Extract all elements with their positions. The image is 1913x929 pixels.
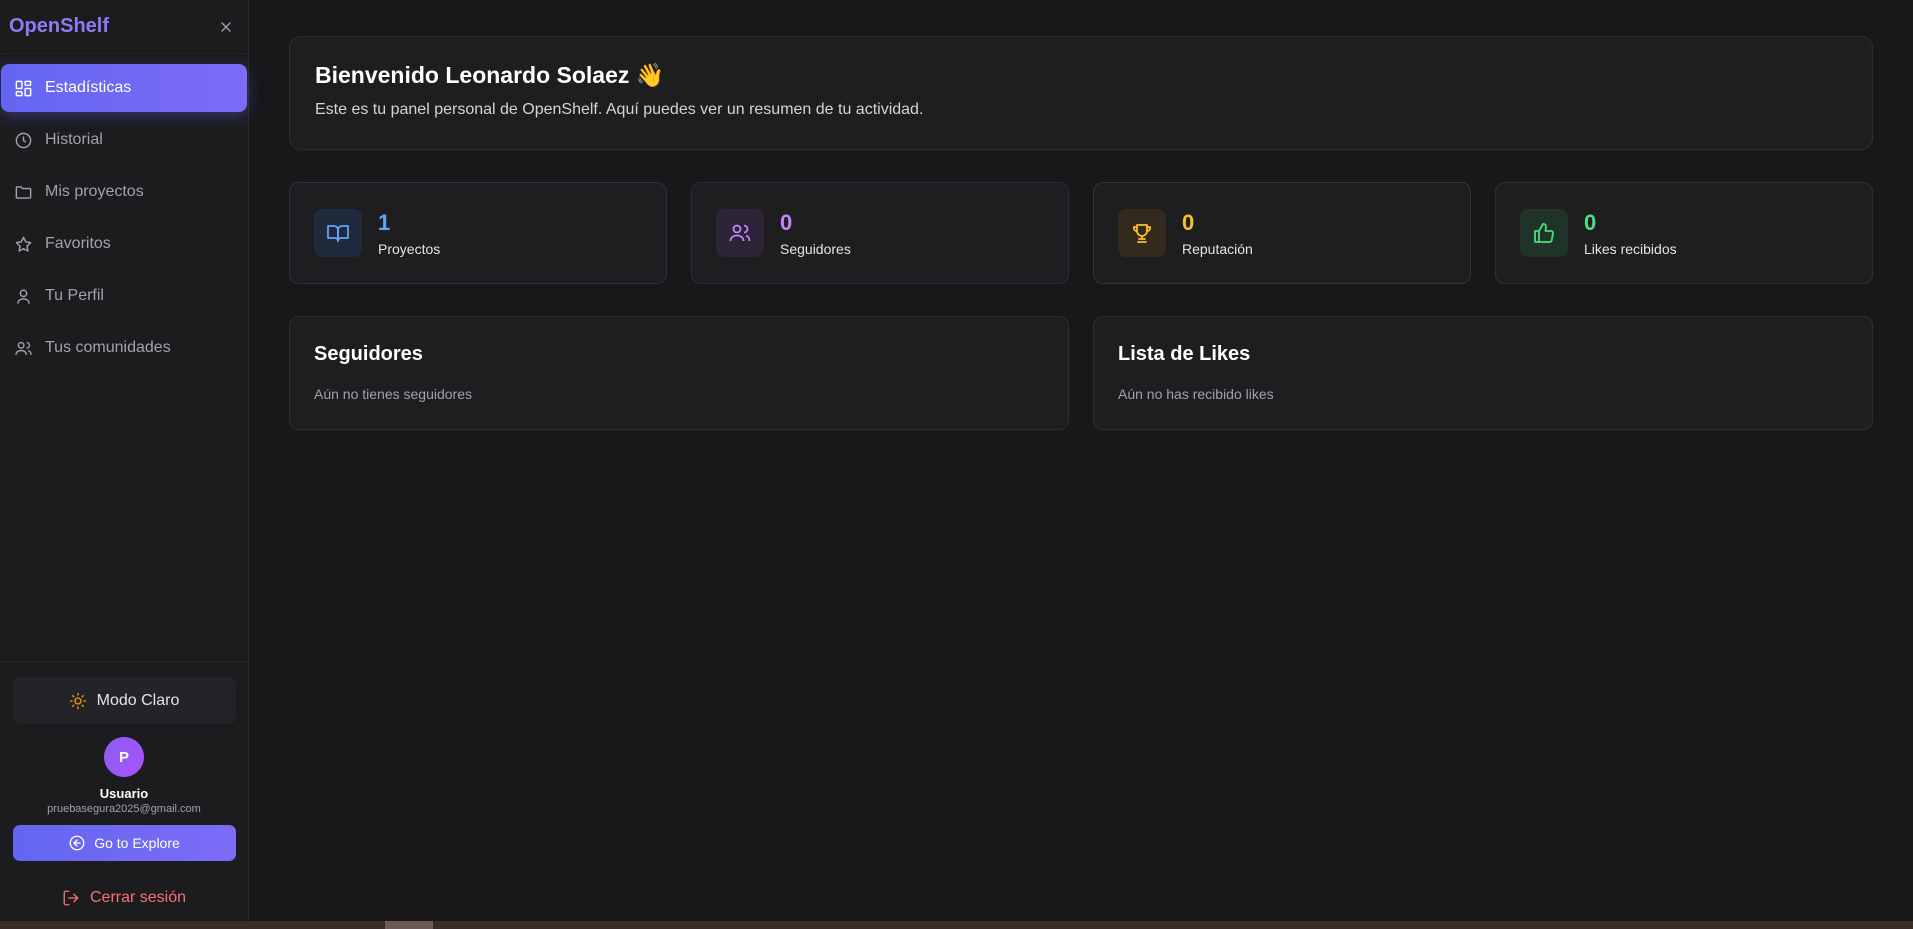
sidebar-item-label: Favoritos (45, 235, 111, 252)
stat-value: 0 (780, 209, 793, 235)
folder-icon (15, 185, 32, 199)
stats-row: 1 Proyectos 0 Seguidores 0 Reputación 0 … (289, 182, 1873, 284)
star-icon (15, 236, 32, 252)
followers-card: Seguidores Aún no tienes seguidores (289, 316, 1069, 430)
users-icon (729, 224, 751, 242)
stat-label: Likes recibidos (1584, 240, 1677, 257)
logout-icon (63, 890, 79, 906)
stat-text: 0 Likes recibidos (1584, 210, 1677, 257)
stat-text: 0 Seguidores (780, 210, 851, 257)
welcome-card: Bienvenido Leonardo Solaez 👋 Este es tu … (289, 36, 1873, 150)
stat-icon-wrap (716, 209, 764, 257)
user-icon (17, 288, 30, 304)
likes-card: Lista de Likes Aún no has recibido likes (1093, 316, 1873, 430)
sidebar-item-label: Estadísticas (45, 79, 132, 96)
welcome-subtitle: Este es tu panel personal de OpenShelf. … (315, 101, 924, 118)
stat-label: Proyectos (378, 240, 441, 257)
stat-card-proyectos[interactable]: 1 Proyectos (289, 182, 667, 284)
sidebar-item-favoritos[interactable]: Favoritos (1, 220, 247, 268)
sidebar-item-historial[interactable]: Historial (1, 116, 247, 164)
likes-title: Lista de Likes (1118, 343, 1251, 365)
sidebar-item-label: Tu Perfil (45, 287, 104, 304)
sidebar-item-tu-perfil[interactable]: Tu Perfil (1, 272, 247, 320)
sun-icon (69, 692, 86, 709)
followers-empty-text: Aún no tienes seguidores (314, 386, 472, 402)
close-sidebar-button[interactable] (214, 15, 238, 39)
sidebar-item-mis-proyectos[interactable]: Mis proyectos (1, 168, 247, 216)
stat-text: 0 Reputación (1182, 210, 1253, 257)
stat-card-likes[interactable]: 0 Likes recibidos (1495, 182, 1873, 284)
welcome-title: Bienvenido Leonardo Solaez 👋 (315, 62, 665, 88)
users-icon (15, 341, 32, 355)
go-to-explore-label: Go to Explore (94, 835, 180, 851)
sidebar-item-label: Tus comunidades (45, 339, 171, 356)
stat-card-seguidores[interactable]: 0 Seguidores (691, 182, 1069, 284)
stat-value: 1 (378, 209, 391, 235)
stat-icon-wrap (1520, 209, 1568, 257)
dashboard-icon (15, 80, 32, 96)
sidebar-item-label: Mis proyectos (45, 183, 144, 200)
trophy-icon (1132, 224, 1152, 243)
logout-button[interactable]: Cerrar sesión (62, 885, 186, 911)
sidebar-nav: Estadísticas Historial Mis proyectos Fav… (0, 54, 248, 382)
followers-title: Seguidores (314, 343, 423, 365)
taskbar-item[interactable] (385, 921, 433, 929)
clock-icon (15, 132, 32, 148)
stat-icon-wrap (1118, 209, 1166, 257)
theme-toggle-button[interactable]: Modo Claro (12, 677, 236, 724)
stat-value: 0 (1584, 209, 1597, 235)
stat-icon-wrap (314, 209, 362, 257)
close-icon (221, 21, 231, 32)
sidebar-footer: Modo Claro P Usuario pruebasegura2025@gm… (0, 661, 248, 921)
main-content: Bienvenido Leonardo Solaez 👋 Este es tu … (289, 36, 1873, 430)
sidebar-item-tus-comunidades[interactable]: Tus comunidades (1, 324, 247, 372)
stat-value: 0 (1182, 209, 1195, 235)
go-to-explore-button[interactable]: Go to Explore (12, 825, 236, 861)
lists-row: Seguidores Aún no tienes seguidores List… (289, 316, 1873, 430)
stat-text: 1 Proyectos (378, 210, 440, 257)
logout-label: Cerrar sesión (89, 889, 187, 906)
os-taskbar (0, 921, 1913, 929)
thumbs-up-icon (1534, 223, 1554, 243)
theme-toggle-label: Modo Claro (96, 691, 180, 709)
avatar[interactable]: P (104, 737, 144, 777)
user-email: pruebasegura2025@gmail.com (47, 803, 201, 815)
sidebar-item-label: Historial (45, 131, 103, 148)
brand-logo[interactable]: OpenShelf (9, 15, 109, 38)
stat-card-reputacion[interactable]: 0 Reputación (1093, 182, 1471, 284)
user-name: Usuario (99, 786, 149, 801)
sidebar: OpenShelf Estadísticas Historial Mis pro… (0, 0, 249, 921)
sidebar-header: OpenShelf (0, 0, 248, 54)
arrow-left-circle-icon (69, 835, 85, 851)
book-icon (327, 225, 349, 242)
stat-label: Reputación (1182, 240, 1253, 257)
stat-label: Seguidores (780, 240, 851, 257)
sidebar-item-estadisticas[interactable]: Estadísticas (1, 64, 247, 112)
likes-empty-text: Aún no has recibido likes (1118, 386, 1274, 402)
